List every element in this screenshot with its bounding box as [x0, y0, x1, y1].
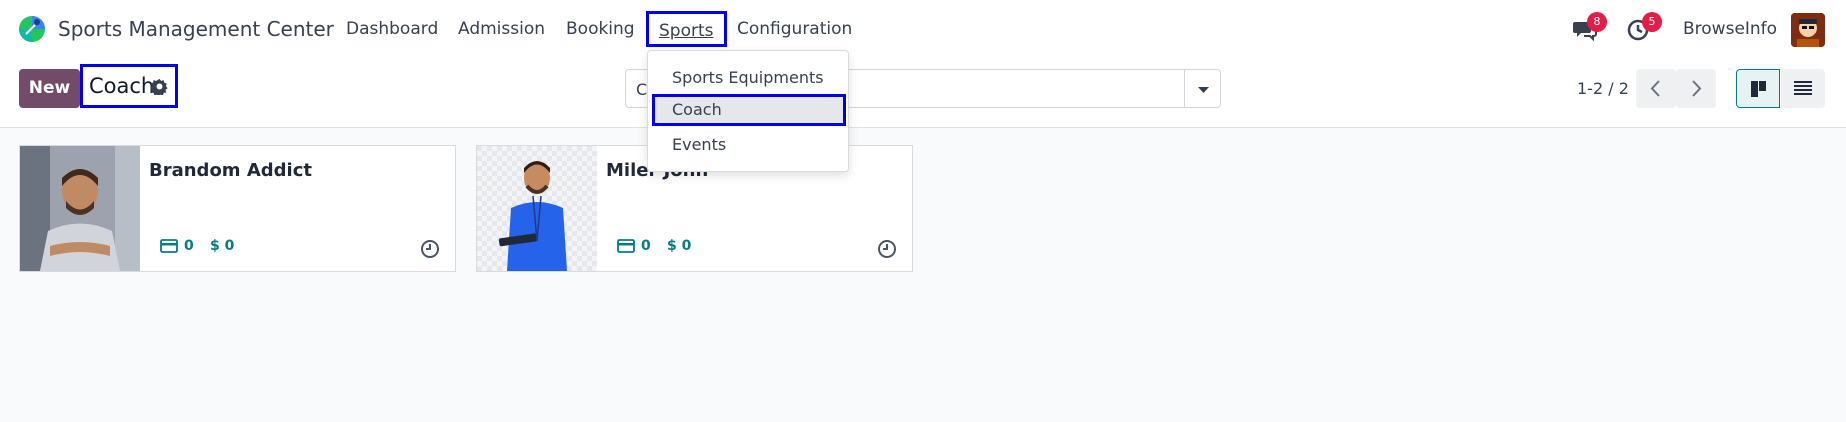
card-amount-value: $ 0: [210, 238, 235, 254]
clock-icon[interactable]: [420, 239, 440, 259]
menu-admission[interactable]: Admission: [458, 19, 545, 39]
app-logo-icon[interactable]: [17, 14, 47, 44]
kanban-view-button[interactable]: [1736, 69, 1780, 108]
menu-sports-label: Sports: [659, 21, 714, 41]
list-view-icon: [1794, 81, 1812, 95]
credit-card-icon: [160, 239, 178, 253]
card-count-stat: 0: [160, 238, 194, 254]
card-amount-stat: $ 0: [210, 238, 234, 254]
card-amount-value: $ 0: [667, 238, 692, 254]
card-count-stat: 0: [617, 238, 651, 254]
pager-previous-button[interactable]: [1636, 69, 1676, 108]
coach-photo-image: [477, 146, 597, 271]
credit-card-icon: [617, 239, 635, 253]
dropdown-item-sports-equipments[interactable]: Sports Equipments: [648, 62, 848, 94]
user-name[interactable]: BrowseInfo: [1683, 19, 1777, 39]
menu-sports[interactable]: Sports: [646, 11, 727, 47]
coach-photo-image: [20, 146, 140, 271]
breadcrumb[interactable]: Coach: [80, 64, 178, 108]
user-avatar-icon: [1791, 13, 1825, 47]
new-button[interactable]: New: [19, 69, 80, 108]
pager-next-button[interactable]: [1676, 69, 1716, 108]
card-amount-stat: $ 0: [667, 238, 691, 254]
card-count-value: 0: [184, 238, 194, 254]
clock-icon[interactable]: [877, 239, 897, 259]
settings-gear-icon[interactable]: [151, 78, 168, 95]
messages-badge: 8: [1587, 12, 1607, 32]
menu-configuration[interactable]: Configuration: [737, 19, 852, 39]
sports-dropdown-menu: Sports Equipments Coach Events: [647, 50, 849, 172]
menu-dashboard[interactable]: Dashboard: [346, 19, 438, 39]
menu-booking[interactable]: Booking: [566, 19, 635, 39]
pager-value[interactable]: 1-2 / 2: [1577, 79, 1629, 98]
dropdown-item-coach[interactable]: Coach: [652, 94, 846, 126]
activities-badge: 5: [1642, 12, 1662, 32]
coach-photo: [477, 146, 597, 271]
card-count-value: 0: [641, 238, 651, 254]
coach-name: Brandom Addict: [149, 160, 312, 181]
kanban-card[interactable]: Brandom Addict 0 $ 0: [19, 145, 456, 272]
dropdown-item-events[interactable]: Events: [648, 129, 848, 161]
breadcrumb-label: Coach: [89, 74, 155, 98]
list-view-button[interactable]: [1781, 69, 1825, 108]
control-panel: New Coach 1-2 / 2: [0, 57, 1846, 128]
chevron-left-icon: [1650, 80, 1660, 97]
coach-photo: [20, 146, 140, 271]
search-options-toggle[interactable]: [1184, 69, 1221, 108]
kanban-view-icon: [1751, 81, 1766, 97]
app-title[interactable]: Sports Management Center: [58, 17, 334, 41]
user-avatar[interactable]: [1791, 13, 1825, 47]
chevron-right-icon: [1692, 80, 1702, 97]
caret-down-icon: [1198, 87, 1209, 93]
top-navbar: Sports Management Center Dashboard Admis…: [0, 0, 1846, 57]
